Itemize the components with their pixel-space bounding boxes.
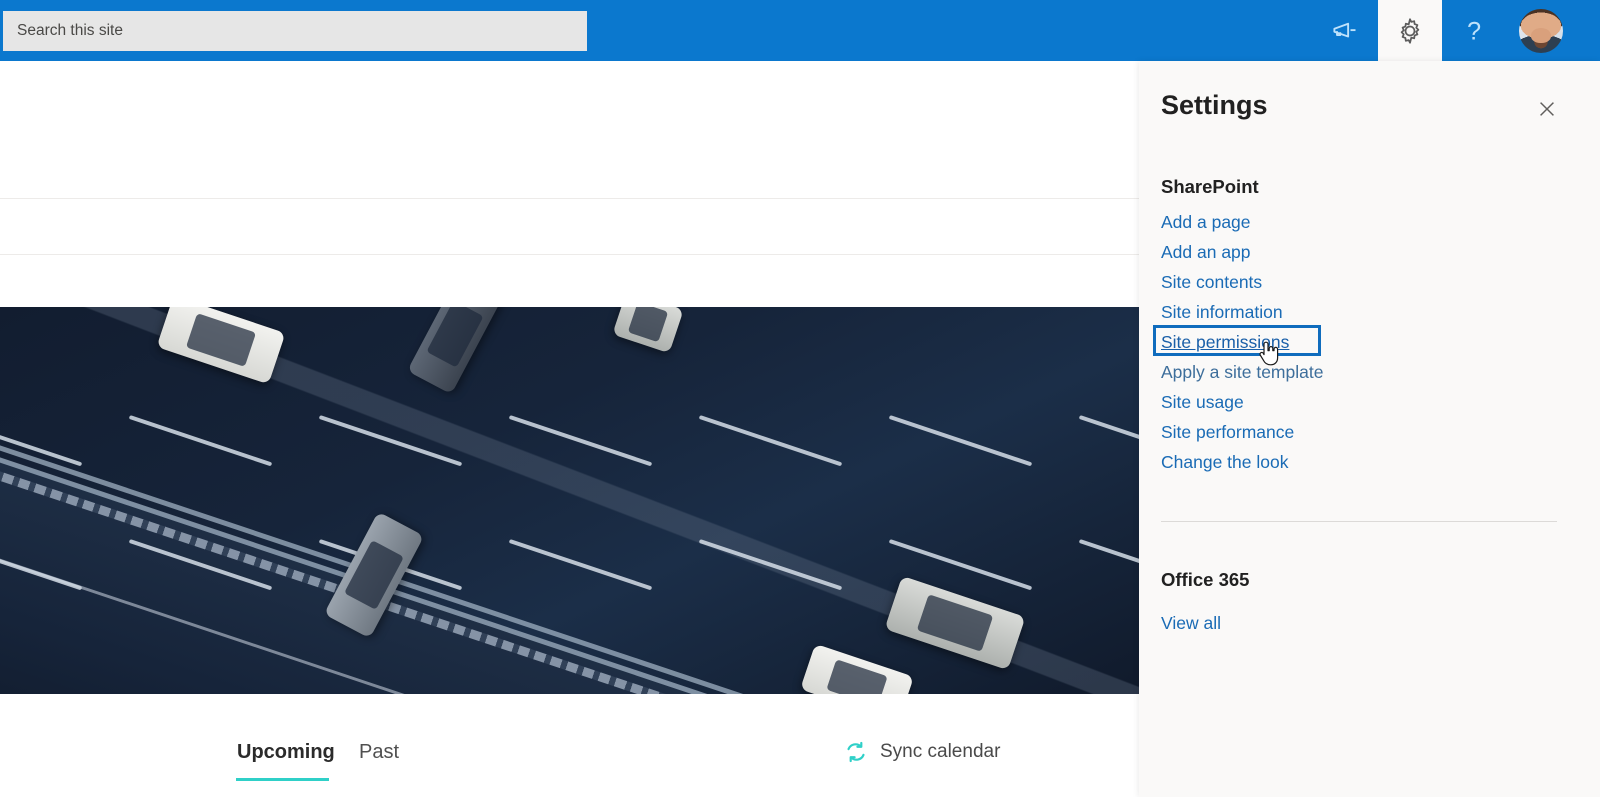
search-input[interactable] xyxy=(3,11,587,51)
vehicle xyxy=(612,307,684,354)
link-change-the-look[interactable]: Change the look xyxy=(1161,451,1288,473)
tab-past[interactable]: Past xyxy=(359,741,399,764)
sync-refresh-icon xyxy=(847,741,865,763)
question-mark-icon: ? xyxy=(1467,17,1481,45)
events-webpart: Upcoming Past Sync calendar xyxy=(0,694,1139,797)
vehicle xyxy=(800,643,914,694)
link-view-all[interactable]: View all xyxy=(1161,612,1221,634)
content-divider xyxy=(0,198,1139,199)
sync-calendar-label: Sync calendar xyxy=(880,741,1001,762)
link-site-usage[interactable]: Site usage xyxy=(1161,391,1244,413)
active-tab-indicator xyxy=(236,778,329,781)
link-site-permissions[interactable]: Site permissions xyxy=(1161,331,1289,353)
link-apply-a-site-template[interactable]: Apply a site template xyxy=(1161,361,1323,383)
page-content: Upcoming Past Sync calendar xyxy=(0,61,1139,797)
link-add-an-app[interactable]: Add an app xyxy=(1161,241,1251,263)
link-site-performance[interactable]: Site performance xyxy=(1161,421,1294,443)
tab-upcoming[interactable]: Upcoming xyxy=(237,741,335,764)
settings-panel: Settings SharePoint Add a page Add an ap… xyxy=(1139,61,1600,797)
announcement-button[interactable] xyxy=(1312,0,1378,61)
content-divider xyxy=(0,254,1139,255)
help-button[interactable]: ? xyxy=(1442,0,1506,61)
vehicle xyxy=(884,575,1026,671)
vehicle xyxy=(407,307,503,395)
link-site-contents[interactable]: Site contents xyxy=(1161,271,1262,293)
panel-title: Settings xyxy=(1161,90,1268,120)
group-heading-office365: Office 365 xyxy=(1161,569,1250,590)
megaphone-icon xyxy=(1333,22,1356,37)
vehicle xyxy=(156,307,286,385)
svg-text:?: ? xyxy=(1467,17,1481,45)
close-panel-button[interactable] xyxy=(1527,90,1567,128)
gear-icon xyxy=(1400,17,1420,44)
link-site-information[interactable]: Site information xyxy=(1161,301,1283,323)
settings-gear-button[interactable] xyxy=(1378,0,1442,61)
avatar-button[interactable] xyxy=(1506,0,1576,61)
link-add-a-page[interactable]: Add a page xyxy=(1161,211,1251,233)
sync-calendar-button[interactable]: Sync calendar xyxy=(843,739,1000,765)
close-icon xyxy=(1540,102,1554,116)
group-heading-sharepoint: SharePoint xyxy=(1161,176,1259,197)
avatar xyxy=(1519,8,1563,53)
panel-divider xyxy=(1161,521,1557,522)
hero-image xyxy=(0,307,1139,694)
suite-bar: ? xyxy=(0,0,1600,61)
